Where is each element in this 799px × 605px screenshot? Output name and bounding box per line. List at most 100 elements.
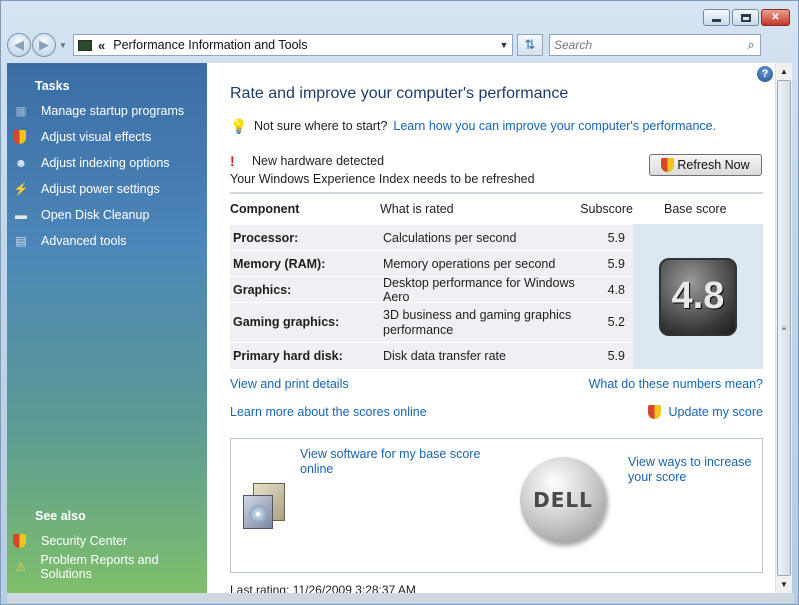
see-also-label: Problem Reports and Solutions bbox=[40, 553, 159, 581]
bottom-edge bbox=[7, 593, 794, 603]
dell-logo: DELL bbox=[520, 457, 606, 543]
rated-cell: Disk data transfer rate bbox=[383, 349, 506, 363]
update-score-link[interactable]: Update my score bbox=[669, 405, 763, 419]
what-numbers-mean-link[interactable]: What do these numbers mean? bbox=[589, 377, 763, 391]
subscore-cell: 4.8 bbox=[607, 282, 625, 297]
base-score-cell: 4.8 bbox=[633, 224, 763, 369]
maximize-button[interactable] bbox=[732, 9, 759, 26]
header-what-is-rated: What is rated bbox=[380, 202, 454, 216]
vertical-scrollbar[interactable]: ▲ ≡ ▼ bbox=[775, 63, 792, 593]
task-label: Adjust visual effects bbox=[41, 130, 152, 144]
task-advanced-tools[interactable]: ▤ Advanced tools bbox=[13, 231, 126, 251]
task-visual-effects[interactable]: Adjust visual effects bbox=[13, 127, 151, 147]
alert-title: New hardware detected bbox=[252, 154, 385, 168]
header-base-score: Base score bbox=[664, 202, 727, 216]
task-label: Adjust indexing options bbox=[41, 156, 170, 170]
main-content: ? Rate and improve your computer's perfo… bbox=[207, 63, 775, 593]
uac-shield-icon bbox=[647, 405, 661, 419]
minimize-icon bbox=[712, 18, 721, 22]
component-cell: Processor: bbox=[233, 230, 299, 245]
problem-reports-icon: ⚠ bbox=[15, 560, 27, 574]
refresh-button[interactable]: ⇅ bbox=[517, 34, 543, 56]
component-cell: Gaming graphics: bbox=[233, 315, 340, 329]
uac-shield-icon bbox=[661, 158, 675, 172]
subscore-cell: 5.9 bbox=[607, 256, 625, 271]
chevron-down-icon[interactable]: ▼ bbox=[496, 40, 512, 50]
forward-arrow-icon: ▶ bbox=[39, 37, 49, 52]
security-shield-icon bbox=[13, 533, 29, 549]
see-also-problem-reports[interactable]: ⚠ Problem Reports and Solutions bbox=[13, 553, 207, 581]
shield-icon bbox=[13, 129, 29, 145]
see-also-security-center[interactable]: Security Center bbox=[13, 531, 127, 551]
subscore-cell: 5.9 bbox=[607, 230, 625, 245]
task-indexing-options[interactable]: ☻ Adjust indexing options bbox=[13, 153, 170, 173]
subscore-cell: 5.9 bbox=[607, 349, 625, 363]
learn-more-scores-link[interactable]: Learn more about the scores online bbox=[230, 405, 427, 419]
refresh-now-label: Refresh Now bbox=[677, 158, 750, 172]
page-title: Rate and improve your computer's perform… bbox=[230, 85, 569, 102]
refresh-now-button[interactable]: Refresh Now bbox=[649, 154, 762, 176]
rated-cell: Desktop performance for Windows Aero bbox=[383, 275, 575, 304]
window-controls: ✕ bbox=[703, 9, 790, 26]
task-label: Adjust power settings bbox=[41, 182, 160, 196]
navigation-bar: ◀ ▶ ▼ « Performance Information and Tool… bbox=[7, 31, 792, 59]
component-cell: Graphics: bbox=[233, 282, 292, 297]
scroll-up-arrow-icon[interactable]: ▲ bbox=[776, 63, 792, 80]
task-power-settings[interactable]: ⚡ Adjust power settings bbox=[13, 179, 160, 199]
score-table: Component What is rated Subscore Base sc… bbox=[230, 198, 763, 369]
component-cell: Primary hard disk: bbox=[233, 349, 343, 363]
tip-row: 💡 Not sure where to start? Learn how you… bbox=[230, 118, 716, 134]
back-button[interactable]: ◀ bbox=[7, 33, 31, 57]
back-arrow-icon: ◀ bbox=[14, 37, 24, 52]
address-location[interactable]: Performance Information and Tools bbox=[113, 38, 496, 52]
task-label: Open Disk Cleanup bbox=[41, 208, 150, 222]
update-score-button[interactable]: Update my score bbox=[647, 405, 763, 419]
forward-button[interactable]: ▶ bbox=[32, 33, 56, 57]
score-links-row: Learn more about the scores online Updat… bbox=[230, 405, 763, 419]
software-icon bbox=[243, 483, 293, 529]
base-score-badge: 4.8 bbox=[659, 257, 737, 336]
search-input[interactable] bbox=[554, 38, 742, 52]
see-also-label: Security Center bbox=[41, 534, 128, 548]
divider bbox=[230, 192, 763, 194]
hardware-alert: ! New hardware detected Your Windows Exp… bbox=[230, 153, 535, 186]
rated-cell: Memory operations per second bbox=[383, 256, 556, 271]
task-manage-startup[interactable]: ▦ Manage startup programs bbox=[13, 101, 184, 121]
view-print-details-link[interactable]: View and print details bbox=[230, 377, 349, 391]
view-software-link[interactable]: View software for my base score online bbox=[300, 447, 490, 477]
control-panel-icon bbox=[78, 39, 92, 51]
address-bar[interactable]: « Performance Information and Tools ▼ bbox=[73, 34, 513, 56]
alert-icon: ! bbox=[230, 153, 235, 169]
minimize-button[interactable] bbox=[703, 9, 730, 26]
explorer-window: ✕ ◀ ▶ ▼ « Performance Information and To… bbox=[0, 0, 799, 605]
path-separator[interactable]: « bbox=[98, 38, 105, 53]
refresh-icon: ⇅ bbox=[524, 37, 536, 52]
header-component: Component bbox=[230, 202, 300, 216]
disk-icon: ▬ bbox=[15, 208, 27, 222]
header-subscore: Subscore bbox=[580, 202, 633, 216]
search-icon[interactable]: ⌕ bbox=[742, 37, 760, 53]
help-icon[interactable]: ? bbox=[757, 66, 773, 82]
indexing-icon: ☻ bbox=[14, 156, 28, 170]
power-icon: ⚡ bbox=[13, 182, 29, 196]
tasks-heading: Tasks bbox=[35, 79, 70, 93]
view-ways-link[interactable]: View ways to increase your score bbox=[628, 455, 758, 485]
details-links-row: View and print details What do these num… bbox=[230, 377, 763, 391]
close-button[interactable]: ✕ bbox=[761, 9, 790, 26]
alert-detail: Your Windows Experience Index needs to b… bbox=[230, 172, 535, 186]
task-pane: Tasks ▦ Manage startup programs Adjust v… bbox=[7, 63, 207, 593]
recent-pages-dropdown[interactable]: ▼ bbox=[59, 41, 69, 50]
improve-performance-link[interactable]: Learn how you can improve your computer'… bbox=[393, 119, 716, 133]
maximize-icon bbox=[740, 13, 751, 22]
task-disk-cleanup[interactable]: ▬ Open Disk Cleanup bbox=[13, 205, 149, 225]
startup-grid-icon: ▦ bbox=[15, 104, 27, 118]
table-body: Processor: Calculations per second 5.9 M… bbox=[230, 224, 763, 369]
rated-cell: Calculations per second bbox=[383, 230, 517, 245]
rated-cell: 3D business and gaming graphics performa… bbox=[383, 307, 572, 337]
subscore-cell: 5.2 bbox=[607, 315, 625, 329]
tip-text: Not sure where to start? bbox=[254, 119, 388, 133]
scroll-thumb[interactable]: ≡ bbox=[777, 80, 791, 576]
scroll-down-arrow-icon[interactable]: ▼ bbox=[776, 576, 792, 593]
tools-icon: ▤ bbox=[15, 234, 27, 248]
search-box[interactable]: ⌕ bbox=[549, 34, 761, 56]
